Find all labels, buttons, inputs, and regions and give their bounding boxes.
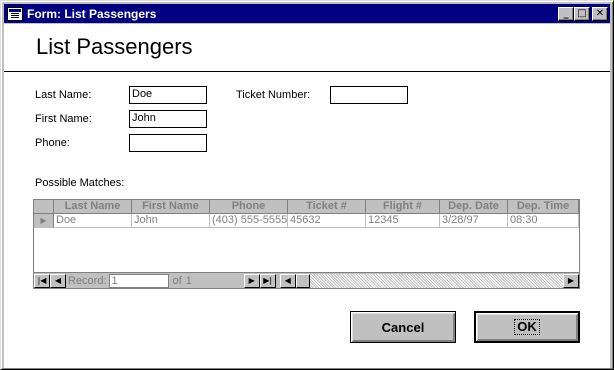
scroll-thumb[interactable] [295, 273, 310, 288]
cancel-button-label: Cancel [381, 319, 425, 335]
ticket-number-label: Ticket Number: [236, 89, 311, 101]
window-title: Form: List Passengers [27, 6, 157, 21]
last-name-field[interactable]: Doe [129, 86, 207, 104]
scroll-left-icon[interactable]: ◀ [279, 273, 296, 288]
row-selector-icon[interactable]: ▶ [34, 214, 54, 228]
page-title: List Passengers [36, 34, 193, 59]
table-row[interactable]: ▶ Doe John (403) 555-5555 45632 12345 3/… [34, 214, 579, 228]
cell-dep-time[interactable]: 08:30 [508, 214, 579, 228]
record-of-label: of [172, 274, 182, 287]
next-record-icon[interactable]: ▶ [243, 273, 260, 288]
scroll-track[interactable] [309, 273, 563, 288]
window-controls: _ □ ✕ [558, 6, 608, 21]
close-button[interactable]: ✕ [592, 6, 608, 21]
column-header-dep-time[interactable]: Dep. Time [508, 200, 579, 214]
matches-grid[interactable]: Last Name First Name Phone Ticket # Flig… [33, 199, 580, 289]
cell-phone[interactable]: (403) 555-5555 [210, 214, 288, 228]
column-header-dep-date[interactable]: Dep. Date [440, 200, 508, 214]
form-header: List Passengers [4, 24, 610, 72]
possible-matches-label: Possible Matches: [35, 177, 125, 189]
form-window: Form: List Passengers _ □ ✕ List Passeng… [0, 0, 614, 370]
column-header-flight[interactable]: Flight # [366, 200, 440, 214]
phone-field[interactable] [129, 134, 207, 152]
last-name-label: Last Name: [35, 89, 92, 101]
maximize-button[interactable]: □ [574, 6, 590, 21]
record-total: 1 [185, 274, 192, 287]
ticket-number-field[interactable] [330, 86, 408, 104]
column-header-first-name[interactable]: First Name [132, 200, 210, 214]
last-record-icon[interactable]: ▶| [259, 273, 276, 288]
grid-header-row: Last Name First Name Phone Ticket # Flig… [34, 200, 579, 214]
horizontal-scrollbar[interactable]: ◀ ▶ [279, 273, 579, 288]
column-header-ticket[interactable]: Ticket # [288, 200, 366, 214]
ok-button-label: OK [514, 319, 540, 335]
first-name-field[interactable]: John [129, 110, 207, 128]
prev-record-icon[interactable]: ◀ [50, 273, 66, 288]
record-navigator: |◀ ◀ Record: 1 of 1 ▶ ▶| ◀ ▶ [34, 272, 579, 288]
cancel-button[interactable]: Cancel [350, 311, 456, 343]
form-client-area: List Passengers Last Name: Doe First Nam… [4, 24, 610, 368]
cell-last-name[interactable]: Doe [54, 214, 132, 228]
record-label: Record: [68, 274, 107, 287]
first-record-icon[interactable]: |◀ [34, 273, 50, 288]
scroll-right-icon[interactable]: ▶ [563, 273, 579, 288]
form-detail: Last Name: Doe First Name: John Phone: T… [4, 73, 610, 368]
cell-ticket[interactable]: 45632 [288, 214, 366, 228]
title-bar[interactable]: Form: List Passengers _ □ ✕ [4, 4, 610, 23]
column-header-last-name[interactable]: Last Name [54, 200, 132, 214]
cell-dep-date[interactable]: 3/28/97 [440, 214, 508, 228]
first-name-label: First Name: [35, 113, 92, 125]
grid-corner [34, 200, 54, 214]
ok-button[interactable]: OK [474, 311, 580, 343]
record-number-field[interactable]: 1 [108, 273, 169, 288]
column-header-phone[interactable]: Phone [210, 200, 288, 214]
form-app-icon[interactable] [7, 6, 23, 21]
minimize-button[interactable]: _ [558, 6, 574, 21]
phone-label: Phone: [35, 137, 70, 149]
cell-flight[interactable]: 12345 [366, 214, 440, 228]
cell-first-name[interactable]: John [132, 214, 210, 228]
